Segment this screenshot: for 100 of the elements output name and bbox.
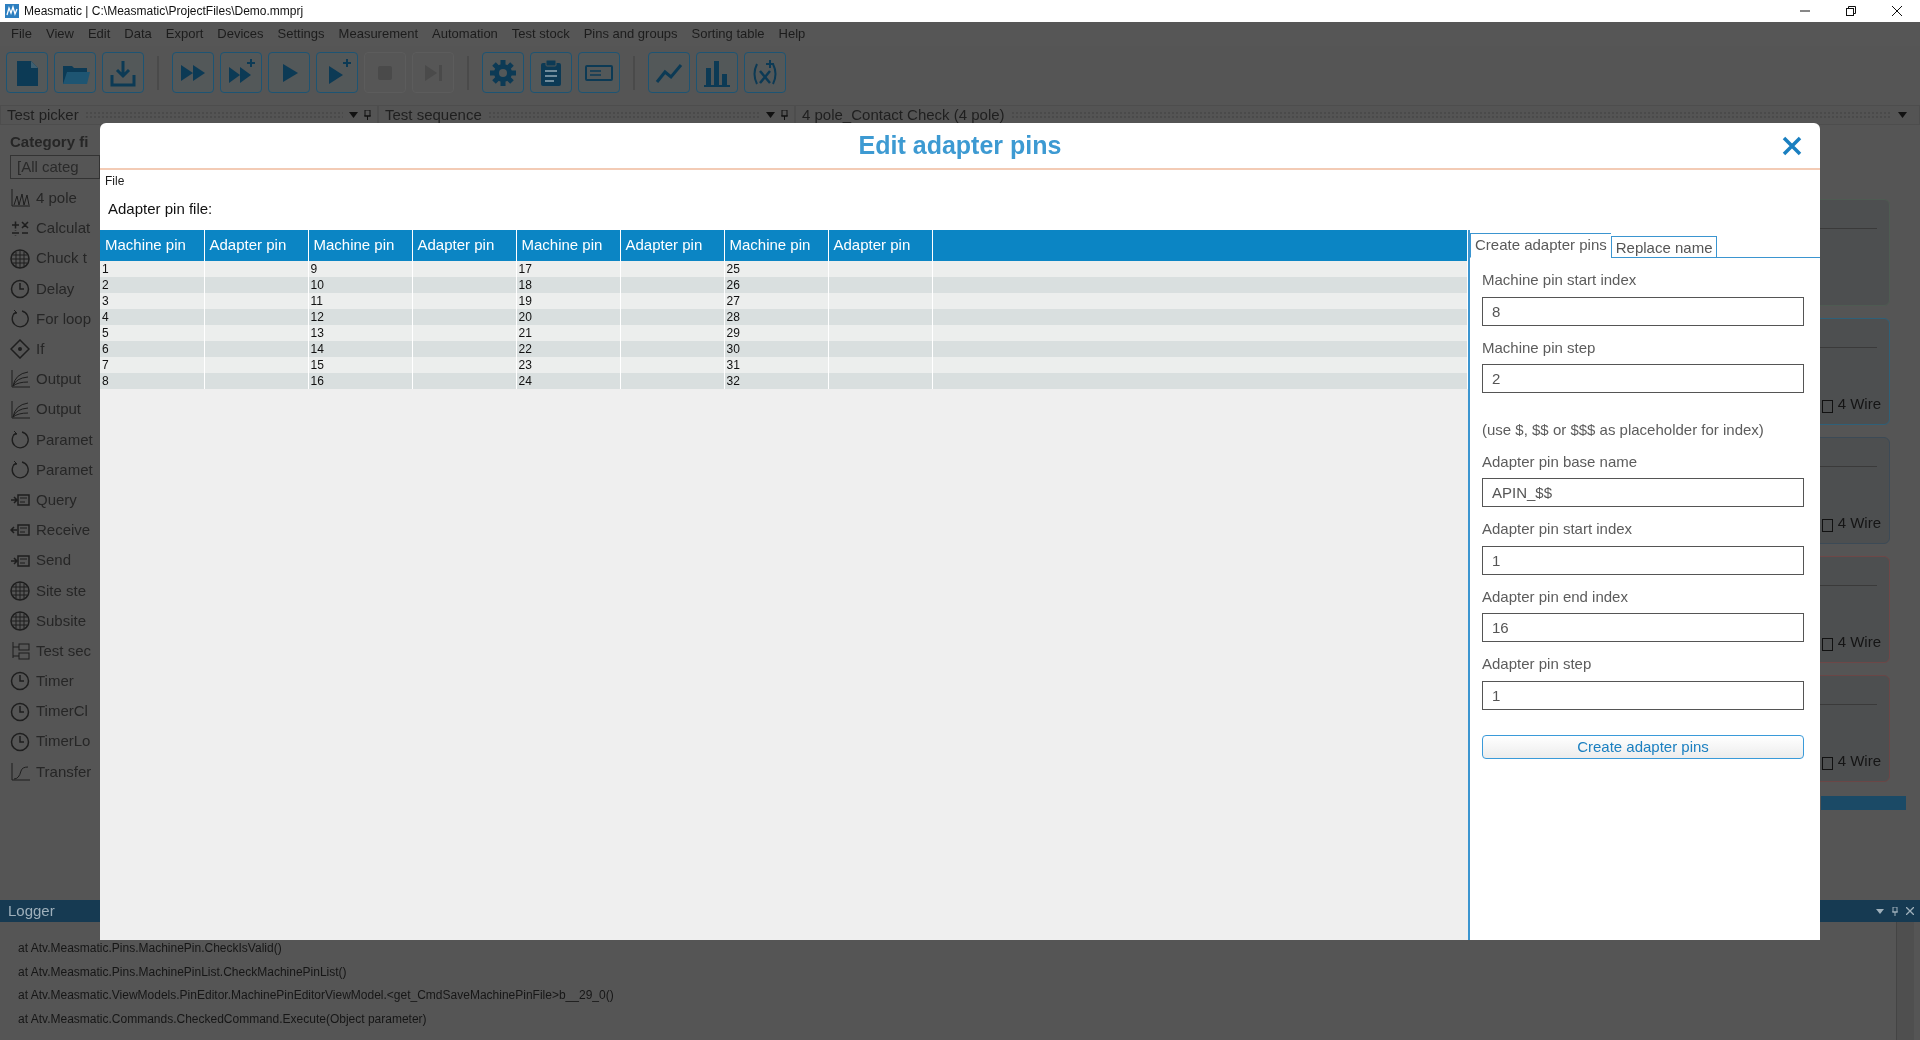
menu-item[interactable]: View bbox=[38, 24, 81, 44]
table-cell: 24 bbox=[516, 373, 620, 389]
log-line: at Atv.Measmatic.Commands.CheckedCommand.Execute(Object parameter) bbox=[17, 1010, 428, 1028]
tab[interactable]: Replace name bbox=[1610, 236, 1718, 258]
menu-item[interactable]: Measurement bbox=[331, 24, 426, 44]
table-cell: 14 bbox=[308, 341, 412, 357]
menu-item[interactable]: Edit bbox=[80, 24, 118, 44]
table-cell: 8 bbox=[100, 373, 204, 389]
play-button[interactable] bbox=[268, 52, 310, 94]
transfer-icon bbox=[10, 761, 30, 782]
card-label: 4 Wire bbox=[1837, 394, 1881, 415]
bar-chart-button[interactable] bbox=[696, 52, 738, 94]
menu-item[interactable]: Pins and groups bbox=[576, 24, 685, 44]
table-cell: 20 bbox=[516, 309, 620, 325]
menu-item[interactable]: File bbox=[4, 24, 39, 44]
menu-item[interactable]: Settings bbox=[270, 24, 332, 44]
table-cell: 1 bbox=[100, 261, 204, 277]
tab[interactable]: Create adapter pins bbox=[1470, 233, 1611, 258]
hint-text: (use $, $$ or $$$ as placeholder for index) bbox=[1482, 420, 1765, 440]
loop-icon bbox=[10, 460, 30, 481]
checkbox[interactable] bbox=[1821, 399, 1833, 413]
field-label: Machine pin step bbox=[1482, 337, 1597, 358]
field-label: Adapter pin base name bbox=[1482, 451, 1639, 472]
restore-icon[interactable] bbox=[1846, 6, 1856, 16]
fast-forward-button[interactable] bbox=[172, 52, 214, 94]
input-field[interactable]: 2 bbox=[1482, 364, 1804, 393]
close-icon bbox=[1782, 135, 1802, 156]
column-header: Adapter pin bbox=[412, 230, 516, 261]
menu-item[interactable]: File bbox=[105, 172, 125, 190]
play-plus-button[interactable] bbox=[316, 52, 358, 94]
checkbox[interactable] bbox=[1821, 637, 1833, 651]
table-cell: 15 bbox=[308, 357, 412, 373]
clock-icon bbox=[10, 731, 30, 752]
checkbox[interactable] bbox=[1821, 518, 1833, 532]
menu-item[interactable]: Data bbox=[117, 24, 159, 44]
dropdown-icon[interactable] bbox=[766, 111, 775, 118]
clock-icon bbox=[10, 701, 30, 722]
table-cell: 27 bbox=[724, 293, 828, 309]
log-line: at Atv.Measmatic.ViewModels.PinEditor.MachinePinEditorViewModel.<get_CmdSaveMachinePinFile>b__29_0() bbox=[17, 987, 615, 1005]
table-cell: 18 bbox=[516, 277, 620, 293]
table-cell: 4 bbox=[100, 309, 204, 325]
table-cell: 7 bbox=[100, 357, 204, 373]
field-label: Machine pin start index bbox=[1482, 270, 1638, 290]
dropdown-icon[interactable] bbox=[349, 111, 358, 118]
table-cell: 11 bbox=[308, 293, 412, 309]
dropdown-icon[interactable] bbox=[1898, 111, 1907, 118]
menu-item[interactable]: Export bbox=[158, 24, 211, 44]
app-logo-icon bbox=[4, 3, 20, 19]
clock-icon bbox=[10, 278, 30, 299]
log-line: at Atv.Measmatic.Pins.MachinePin.CheckIsValid() bbox=[17, 940, 283, 958]
file-button[interactable] bbox=[6, 52, 48, 94]
field-label: Adapter pin step bbox=[1482, 654, 1593, 674]
menu-item[interactable]: Sorting table bbox=[684, 24, 772, 44]
input-field[interactable]: 16 bbox=[1482, 613, 1804, 642]
horizontal-scrollbar[interactable] bbox=[1821, 795, 1906, 810]
curve-icon bbox=[10, 369, 30, 390]
curve-icon bbox=[10, 399, 30, 420]
menu-item[interactable]: Help bbox=[771, 24, 813, 44]
formula-button[interactable] bbox=[744, 52, 786, 94]
table-cell: 30 bbox=[724, 341, 828, 357]
dropdown-icon[interactable] bbox=[1876, 908, 1884, 914]
menu-item[interactable]: Devices bbox=[210, 24, 271, 44]
create-button[interactable]: Create adapter pins bbox=[1482, 734, 1804, 759]
table-cell: 22 bbox=[516, 341, 620, 357]
download-button[interactable] bbox=[102, 52, 144, 94]
table-cell: 10 bbox=[308, 277, 412, 293]
table-cell: 2 bbox=[100, 277, 204, 293]
pin-icon[interactable] bbox=[1892, 906, 1898, 916]
input-field[interactable]: 1 bbox=[1482, 545, 1804, 575]
checkbox[interactable] bbox=[1821, 756, 1833, 770]
card-label: 4 Wire bbox=[1837, 751, 1881, 772]
clock-icon bbox=[10, 671, 30, 692]
table-cell: 19 bbox=[516, 293, 620, 309]
table-cell: 9 bbox=[308, 261, 412, 277]
vertical-scrollbar[interactable] bbox=[1896, 922, 1914, 1040]
pin-icon[interactable] bbox=[781, 109, 788, 120]
column-header: Adapter pin bbox=[620, 230, 724, 261]
close-icon[interactable] bbox=[1892, 6, 1902, 16]
table-cell: 25 bbox=[724, 261, 828, 277]
settings-button[interactable] bbox=[482, 52, 524, 94]
input-field[interactable]: APIN_$$ bbox=[1482, 478, 1804, 507]
pin-icon[interactable] bbox=[364, 109, 371, 120]
table-cell: 23 bbox=[516, 357, 620, 373]
settings-icon bbox=[488, 57, 518, 88]
menu-item[interactable]: Automation bbox=[425, 24, 505, 44]
fast-forward-plus-button[interactable] bbox=[220, 52, 262, 94]
table-cell: 29 bbox=[724, 325, 828, 341]
column-header: Machine pin bbox=[724, 230, 828, 261]
column-header: Machine pin bbox=[308, 230, 412, 261]
device-button[interactable] bbox=[578, 52, 620, 94]
line-chart-button[interactable] bbox=[648, 52, 690, 94]
clipboard-button[interactable] bbox=[530, 52, 572, 94]
input-field[interactable]: 8 bbox=[1482, 296, 1804, 326]
table-cell: 12 bbox=[308, 309, 412, 325]
folder-button[interactable] bbox=[54, 52, 96, 94]
menu-item[interactable]: Test stock bbox=[504, 24, 577, 44]
table-cell: 13 bbox=[308, 325, 412, 341]
input-field[interactable]: 1 bbox=[1482, 680, 1804, 710]
table-cell: 6 bbox=[100, 341, 204, 357]
loop-icon bbox=[10, 429, 30, 450]
